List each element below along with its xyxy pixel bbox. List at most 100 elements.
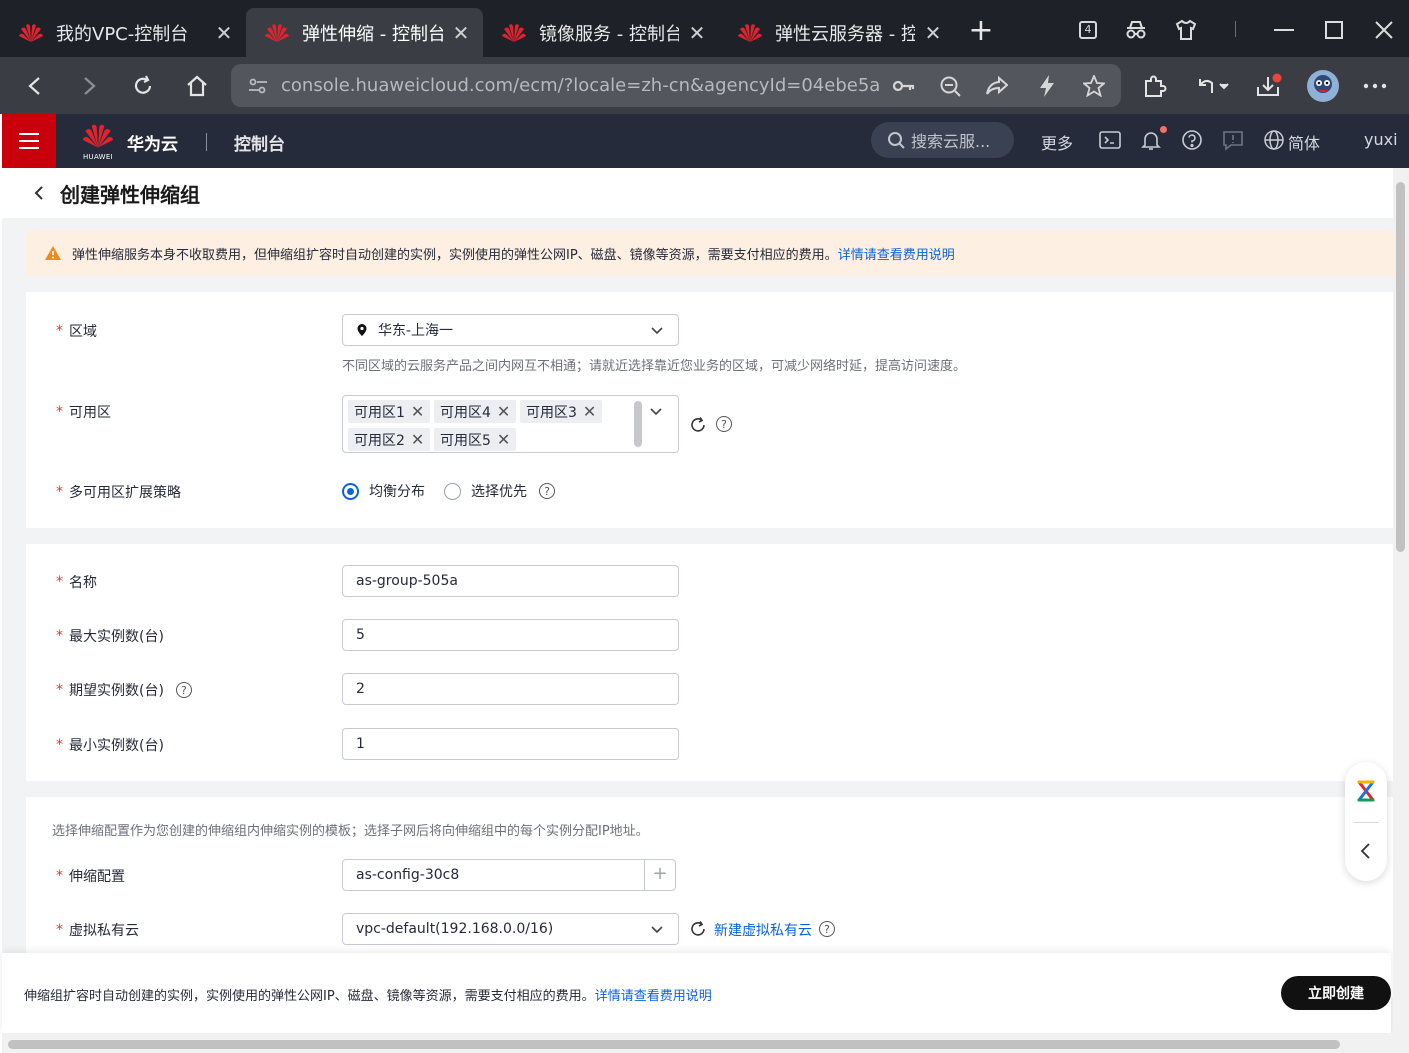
horizontal-scrollbar[interactable] (2, 1036, 1393, 1053)
browser-tab[interactable]: 我的VPC-控制台 ✕ (0, 8, 246, 57)
name-label-text: 名称 (69, 575, 97, 591)
console-header: HUAWEI 华为云 控制台 搜索云服... 更多 简体 yuxi (2, 114, 1409, 168)
incognito-icon[interactable] (1121, 16, 1151, 44)
help-icon[interactable]: ? (175, 682, 192, 698)
remove-chip-icon[interactable]: ✕ (411, 430, 424, 449)
az-strategy-label-text: 多可用区扩展策略 (69, 485, 181, 501)
chevron-left-icon[interactable] (1359, 842, 1373, 860)
chip-label: 可用区4 (440, 404, 491, 421)
radio-balanced[interactable]: 均衡分布 (342, 481, 425, 501)
region-hint: 不同区域的云服务产品之间内网互不相通；请就近选择靠近您业务的区域，可减少网络时延… (342, 359, 967, 374)
remove-chip-icon[interactable]: ✕ (497, 430, 510, 449)
back-button[interactable] (19, 71, 51, 101)
back-arrow-icon[interactable] (30, 182, 48, 204)
required-mark: * (56, 574, 63, 590)
reload-button[interactable] (127, 71, 159, 101)
vpc-select[interactable]: vpc-default(192.168.0.0/16) (342, 913, 679, 945)
help-icon[interactable]: ? (716, 416, 732, 432)
chip-label: 可用区2 (354, 432, 405, 449)
az-chip: 可用区1 ✕ (348, 400, 431, 423)
more-options-icon[interactable] (1359, 71, 1391, 101)
refresh-icon[interactable] (689, 416, 707, 434)
close-tab-icon[interactable]: ✕ (451, 23, 471, 43)
close-tab-icon[interactable]: ✕ (687, 23, 707, 43)
name-input[interactable]: as-group-505a (342, 565, 679, 597)
region-select[interactable]: 华东-上海一 (342, 314, 679, 346)
create-now-button[interactable]: 立即创建 (1281, 976, 1391, 1010)
zoom-out-icon[interactable] (937, 74, 963, 98)
browser-tab[interactable]: 镜像服务 - 控制台 ✕ (483, 8, 719, 57)
undo-dropdown-icon[interactable] (1193, 71, 1233, 101)
add-config-button[interactable]: + (644, 860, 675, 890)
help-icon[interactable]: ? (539, 483, 555, 499)
extensions-icon[interactable] (1139, 71, 1171, 101)
fee-details-link[interactable]: 详情请查看费用说明 (838, 244, 955, 263)
tab-count-button[interactable]: 4 (1073, 16, 1103, 44)
close-window-button[interactable] (1369, 16, 1399, 44)
huawei-logo[interactable]: HUAWEI (80, 122, 116, 161)
radio-priority[interactable]: 选择优先 ? (444, 481, 555, 501)
shirt-icon[interactable] (1171, 16, 1201, 44)
vertical-scrollbar[interactable] (1393, 168, 1409, 1053)
site-settings-icon[interactable] (245, 74, 271, 98)
help-icon[interactable] (1181, 129, 1203, 151)
scrollbar-thumb[interactable] (1396, 182, 1405, 552)
create-vpc-link[interactable]: 新建虚拟私有云 (714, 920, 812, 940)
browser-tab[interactable]: 弹性云服务器 - 控 ✕ (719, 8, 955, 57)
lightning-icon[interactable] (1034, 74, 1060, 98)
chevron-down-icon (651, 327, 663, 335)
language-selector[interactable]: 简体 (1288, 130, 1320, 154)
address-bar[interactable]: console.huaweicloud.com/ecm/?locale=zh-c… (231, 64, 1121, 107)
floating-assistant[interactable] (1345, 762, 1387, 881)
profile-avatar[interactable] (1305, 70, 1341, 102)
min-instances-input[interactable]: 1 (342, 728, 679, 760)
tab-title: 我的VPC-控制台 (56, 23, 189, 45)
bookmark-star-icon[interactable] (1081, 74, 1107, 98)
new-tab-button[interactable]: + (964, 16, 998, 48)
az-label-text: 可用区 (69, 405, 111, 421)
max-instances-input[interactable]: 5 (342, 619, 679, 651)
scrollbar-thumb[interactable] (8, 1040, 1340, 1049)
close-tab-icon[interactable]: ✕ (214, 23, 234, 43)
az-chip: 可用区4 ✕ (434, 400, 517, 423)
remove-chip-icon[interactable]: ✕ (411, 402, 424, 421)
remove-chip-icon[interactable]: ✕ (583, 402, 596, 421)
user-menu[interactable]: yuxi (1364, 130, 1409, 149)
downloads-icon[interactable] (1253, 71, 1285, 101)
huawei-wordmark: HUAWEI (82, 153, 113, 161)
required-mark: * (56, 868, 63, 884)
forward-button[interactable] (73, 71, 105, 101)
expected-instances-input[interactable]: 2 (342, 673, 679, 705)
globe-icon[interactable] (1263, 129, 1285, 151)
huawei-logo-icon (738, 23, 762, 42)
cloud-shell-icon[interactable] (1099, 129, 1121, 151)
scaling-config-input[interactable]: as-config-30c8 + (342, 859, 676, 891)
more-menu[interactable]: 更多 (1041, 130, 1073, 154)
minimize-button[interactable] (1269, 16, 1299, 44)
required-mark: * (56, 323, 63, 339)
brand-name[interactable]: 华为云 (127, 130, 178, 155)
refresh-icon[interactable] (689, 920, 707, 938)
az-chip: 可用区3 ✕ (520, 400, 603, 423)
url-text[interactable]: console.huaweicloud.com/ecm/?locale=zh-c… (281, 75, 881, 96)
share-icon[interactable] (984, 74, 1010, 98)
close-tab-icon[interactable]: ✕ (923, 23, 943, 43)
remove-chip-icon[interactable]: ✕ (497, 402, 510, 421)
hamburger-menu-button[interactable] (2, 114, 56, 168)
home-button[interactable] (181, 71, 213, 101)
maximize-button[interactable] (1319, 16, 1349, 44)
tab-title: 弹性云服务器 - 控 (775, 23, 915, 45)
footer-fee-link[interactable]: 详情请查看费用说明 (595, 989, 712, 1004)
chevron-down-icon[interactable] (649, 404, 663, 418)
key-icon[interactable] (891, 74, 917, 98)
feedback-icon[interactable] (1222, 129, 1244, 151)
browser-tab-active[interactable]: 弹性伸缩 - 控制台 ✕ (246, 8, 483, 57)
az-scrollbar[interactable] (634, 401, 642, 447)
help-icon[interactable]: ? (819, 921, 835, 937)
region-label-text: 区域 (69, 324, 97, 340)
divider (1353, 822, 1379, 823)
console-link[interactable]: 控制台 (234, 130, 285, 155)
notification-bell-icon[interactable] (1140, 129, 1162, 151)
az-multiselect[interactable]: 可用区1 ✕ 可用区4 ✕ 可用区3 ✕ 可用区2 ✕ 可用区5 ✕ (342, 395, 679, 453)
global-search-input[interactable]: 搜索云服... (871, 122, 1014, 158)
